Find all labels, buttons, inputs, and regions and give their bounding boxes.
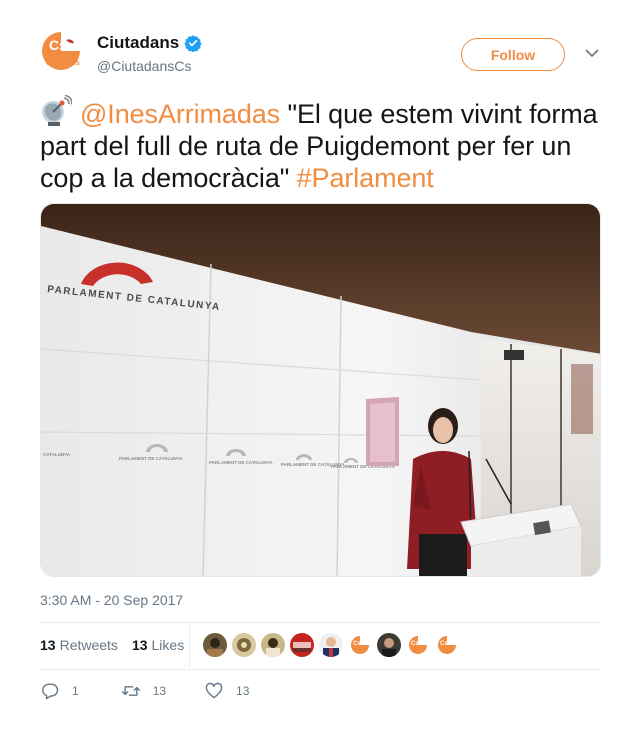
- avatar[interactable]: [203, 633, 227, 657]
- avatar[interactable]: [319, 633, 343, 657]
- liker-avatars: Cs Cs Cs: [203, 633, 459, 657]
- chevron-down-icon[interactable]: [585, 48, 599, 58]
- retweet-button[interactable]: 13: [121, 681, 166, 701]
- svg-text:Cs: Cs: [411, 641, 419, 647]
- likes-label: Likes: [151, 637, 185, 653]
- retweets-label: Retweets: [59, 637, 118, 653]
- avatar[interactable]: Cs: [348, 633, 372, 657]
- reply-icon: [42, 683, 59, 700]
- author-avatar[interactable]: Cs Ciutadans: [40, 30, 82, 72]
- retweets-stat[interactable]: 13 Retweets: [40, 637, 118, 653]
- retweet-count: 13: [152, 684, 167, 698]
- avatar[interactable]: [232, 633, 256, 657]
- retweets-count: 13: [40, 637, 56, 653]
- tweet-text: @InesArrimadas "El que estem vivint form…: [40, 95, 605, 194]
- follow-button[interactable]: Follow: [461, 38, 565, 71]
- mention-link[interactable]: @InesArrimadas: [80, 99, 280, 129]
- satellite-antenna-icon: [42, 95, 72, 126]
- likes-stat[interactable]: 13 Likes: [132, 637, 184, 653]
- hashtag-link[interactable]: #Parlament: [297, 163, 434, 193]
- photo-sign-2: PARLAMENT DE CATALUNYA: [119, 456, 183, 461]
- tweet-stats: 13 Retweets 13 Likes: [40, 637, 184, 653]
- author-display-name[interactable]: Ciutadans: [97, 33, 179, 53]
- avatar[interactable]: [261, 633, 285, 657]
- photo-sign-3: PARLAMENT DE CATALUNYA: [209, 460, 273, 465]
- avatar[interactable]: Cs: [435, 633, 459, 657]
- reply-count: 1: [72, 684, 79, 698]
- tweet-timestamp[interactable]: 3:30 AM - 20 Sep 2017: [40, 592, 183, 608]
- avatar[interactable]: Cs: [406, 633, 430, 657]
- tweet-photo[interactable]: PARLAMENT DE CATALUNYA CATALUNYA PARLAME…: [40, 203, 601, 577]
- svg-text:Cs: Cs: [353, 641, 361, 647]
- verified-badge-icon: [184, 35, 202, 52]
- divider-bottom: [40, 669, 600, 670]
- divider-top: [40, 622, 600, 623]
- photo-sign-1: CATALUNYA: [43, 452, 71, 457]
- avatar[interactable]: [290, 633, 314, 657]
- avatar[interactable]: [377, 633, 401, 657]
- svg-text:Cs: Cs: [440, 641, 448, 647]
- like-button[interactable]: 13: [204, 681, 249, 701]
- reply-button[interactable]: 1: [40, 681, 79, 701]
- avatar-logo-subtext: Ciutadans: [46, 60, 80, 67]
- avatar-logo-text: Cs: [49, 37, 67, 53]
- likes-count: 13: [131, 637, 148, 653]
- stats-separator: [189, 622, 190, 667]
- author-handle[interactable]: @CiutadansCs: [97, 58, 191, 74]
- retweet-icon: [121, 686, 140, 696]
- heart-icon: [205, 682, 223, 699]
- tweet-actions: 1 13 13: [40, 681, 249, 701]
- like-count: 13: [236, 684, 250, 698]
